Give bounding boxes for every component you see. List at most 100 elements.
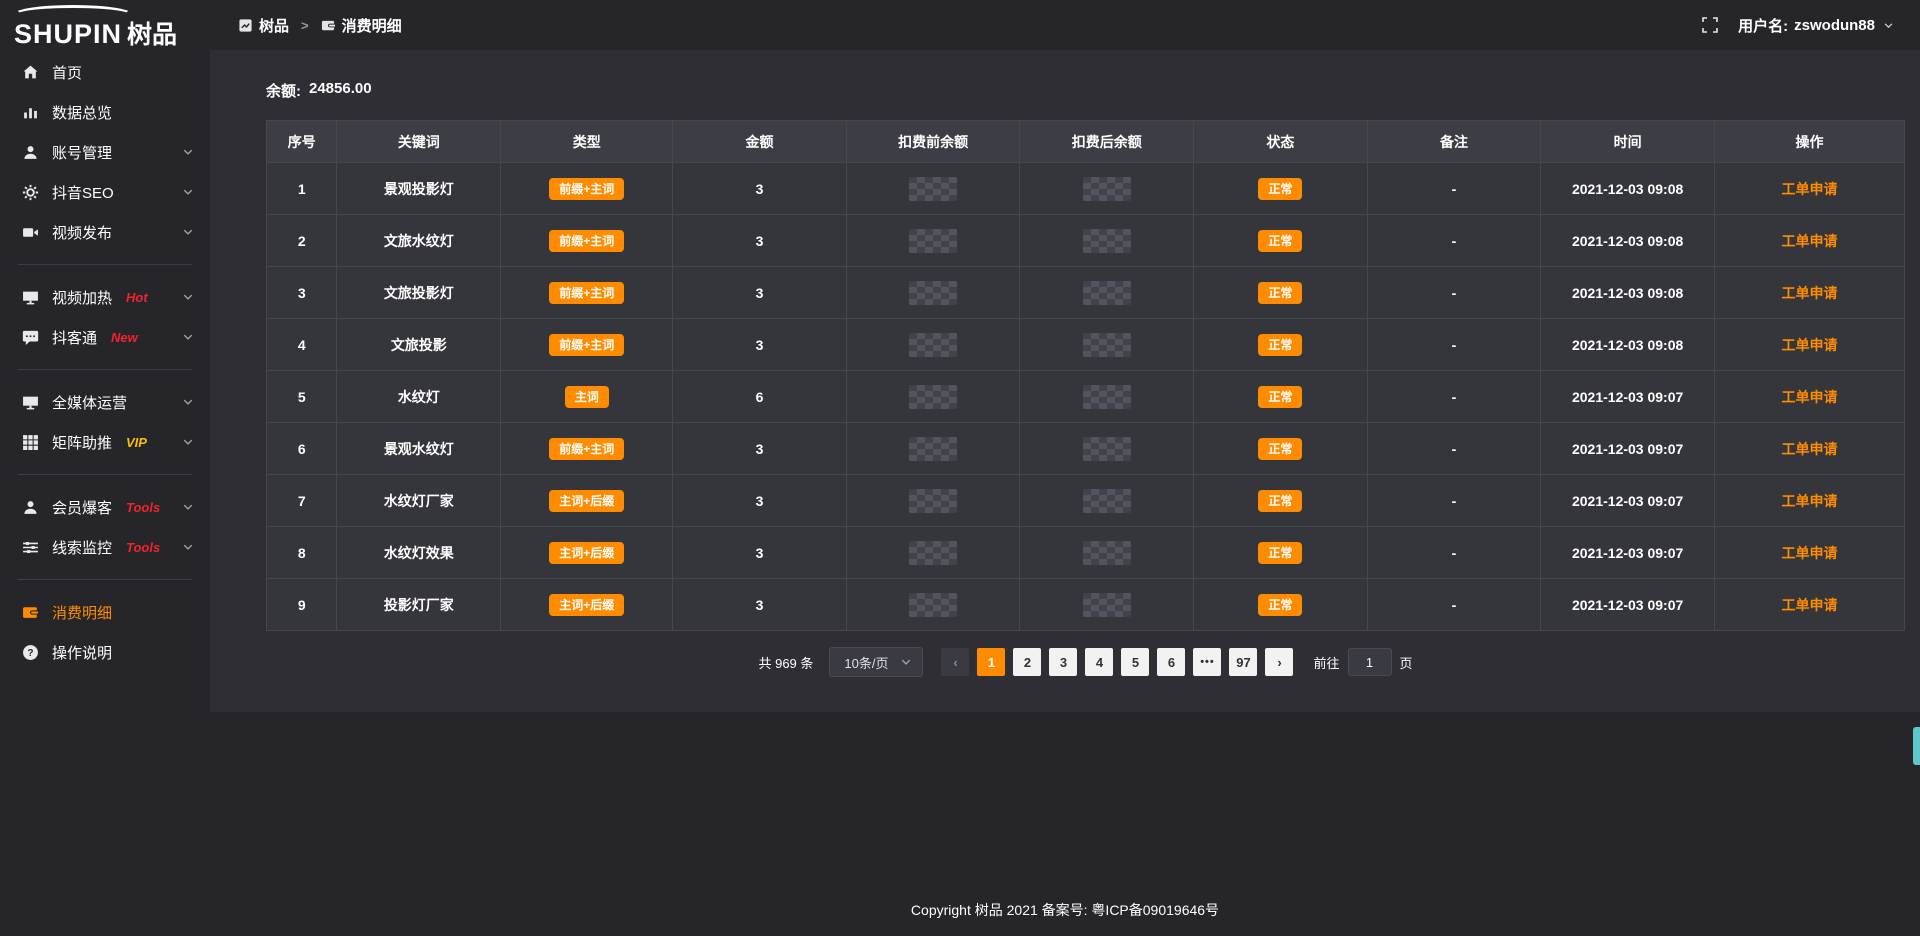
blurred-balance [909,385,957,409]
breadcrumb-label: 树品 [259,15,289,36]
chevron-down-icon [182,541,194,553]
column-header: 金额 [673,121,847,163]
cell-type: 前缀+主词 [501,319,673,371]
chevron-down-icon [182,291,194,303]
cell-remark: - [1367,423,1541,475]
sidebar-item[interactable]: 抖音SEO [0,172,210,212]
blurred-balance [1083,281,1131,305]
sidebar-item[interactable]: 抖客通New [0,317,210,357]
cell-balance-before [846,319,1020,371]
cell-balance-before [846,371,1020,423]
page-button[interactable]: 2 [1013,648,1041,676]
fullscreen-icon[interactable] [1702,17,1718,33]
sidebar-item-tag: New [111,330,138,345]
breadcrumb-item[interactable]: 消费明细 [321,15,402,36]
cell-action: 工单申请 [1714,371,1904,423]
sidebar-item-label: 视频加热 [52,287,112,308]
cell-time: 2021-12-03 09:07 [1541,579,1715,631]
cell-keyword: 景观投影灯 [337,163,501,215]
cell-type: 前缀+主词 [501,163,673,215]
work-order-link[interactable]: 工单申请 [1781,441,1837,457]
page-button[interactable]: 4 [1085,648,1113,676]
cell-status: 正常 [1194,215,1368,267]
sidebar-item[interactable]: 线索监控Tools [0,527,210,567]
brand-logo[interactable]: SHUPIN 树品 [0,0,210,52]
cell-remark: - [1367,371,1541,423]
work-order-link[interactable]: 工单申请 [1781,389,1837,405]
work-order-link[interactable]: 工单申请 [1781,285,1837,301]
cell-remark: - [1367,319,1541,371]
sidebar-item[interactable]: 消费明细 [0,592,210,632]
cell-time: 2021-12-03 09:08 [1541,267,1715,319]
comment-icon [22,329,39,346]
cell-balance-before [846,423,1020,475]
page-button[interactable]: 6 [1157,648,1185,676]
goto-page-input[interactable] [1348,648,1392,676]
work-order-link[interactable]: 工单申请 [1781,181,1837,197]
breadcrumb-item[interactable]: 树品 [238,15,289,36]
sidebar-item[interactable]: 视频加热 Hot [0,277,210,317]
page-size-value: 10条/页 [844,653,888,672]
sidebar-item-label: 抖音SEO [52,182,114,203]
cell-action: 工单申请 [1714,579,1904,631]
work-order-link[interactable]: 工单申请 [1781,597,1837,613]
cell-balance-after [1020,475,1194,527]
cell-keyword: 水纹灯 [337,371,501,423]
work-order-link[interactable]: 工单申请 [1781,545,1837,561]
cell-index: 6 [267,423,337,475]
grid-icon [22,434,39,451]
page-button[interactable]: 97 [1229,648,1257,676]
wallet-icon [22,604,39,621]
sidebar-item[interactable]: 视频发布 [0,212,210,252]
app-window: SHUPIN 树品 首页数据总览账号管理抖音SEO 视频发布视频加热 Hot 抖客通N… [0,0,1920,936]
cell-status: 正常 [1194,319,1368,371]
cell-status: 正常 [1194,371,1368,423]
prev-page-button[interactable]: ‹ [941,648,969,676]
type-badge: 前缀+主词 [549,230,624,252]
table-row: 6景观水纹灯前缀+主词3正常-2021-12-03 09:07工单申请 [267,423,1905,475]
status-badge: 正常 [1258,490,1302,512]
sidebar-item-tag: VIP [126,435,147,450]
cell-index: 5 [267,371,337,423]
cell-action: 工单申请 [1714,215,1904,267]
type-badge: 主词+后缀 [549,490,624,512]
monitor-icon [22,394,39,411]
cell-index: 2 [267,215,337,267]
more-pages-button[interactable]: ••• [1193,648,1221,676]
sidebar-item-tag: Hot [126,290,148,305]
sidebar-item[interactable]: 数据总览 [0,92,210,132]
sidebar-item[interactable]: ?操作说明 [0,632,210,672]
logo-text-en: SHUPIN [14,21,122,48]
column-header: 操作 [1714,121,1904,163]
work-order-link[interactable]: 工单申请 [1781,493,1837,509]
gear-icon [22,184,39,201]
video-icon [22,224,39,241]
page-button[interactable]: 3 [1049,648,1077,676]
sidebar-item[interactable]: 会员爆客Tools [0,487,210,527]
sidebar-item[interactable]: 账号管理 [0,132,210,172]
page-size-select[interactable]: 10条/页 [829,647,923,677]
cell-remark: - [1367,579,1541,631]
blurred-balance [1083,593,1131,617]
table-row: 1景观投影灯前缀+主词3正常-2021-12-03 09:08工单申请 [267,163,1905,215]
blurred-balance [909,489,957,513]
user-icon [22,144,39,161]
type-badge: 前缀+主词 [549,178,624,200]
page-button[interactable]: 1 [977,648,1005,676]
cell-status: 正常 [1194,475,1368,527]
work-order-link[interactable]: 工单申请 [1781,337,1837,353]
page-button[interactable]: 5 [1121,648,1149,676]
status-badge: 正常 [1258,386,1302,408]
sidebar-item[interactable]: 全媒体运营 [0,382,210,422]
breadcrumb-separator: > [301,18,309,33]
side-float-tab[interactable] [1913,727,1920,765]
work-order-link[interactable]: 工单申请 [1781,233,1837,249]
sidebar-item[interactable]: 矩阵助推VIP [0,422,210,462]
blurred-balance [1083,385,1131,409]
cell-status: 正常 [1194,527,1368,579]
sidebar-item-tag: Tools [126,540,160,555]
sidebar-item[interactable]: 首页 [0,52,210,92]
user-menu[interactable]: 用户名: zswodun88 [1738,15,1894,36]
next-page-button[interactable]: › [1265,648,1293,676]
status-badge: 正常 [1258,438,1302,460]
